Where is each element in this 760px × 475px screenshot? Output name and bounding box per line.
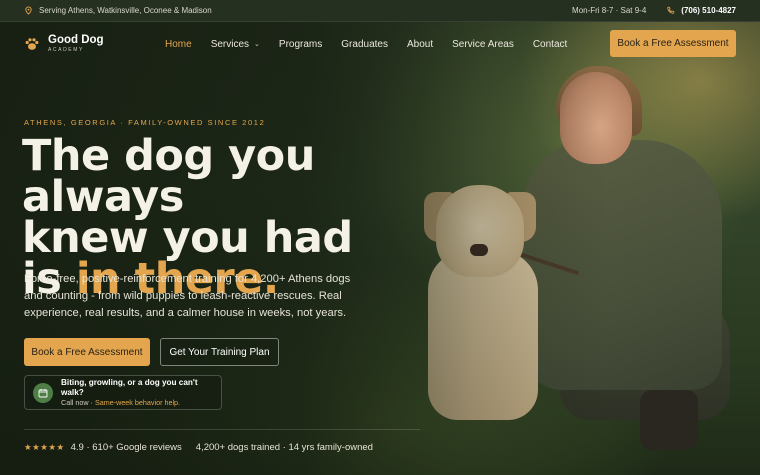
chevron-down-icon: ⌄ [254, 41, 260, 48]
hours-text: Mon-Fri 8-7 · Sat 9-4 [572, 6, 647, 15]
training-plan-button[interactable]: Get Your Training Plan [160, 338, 279, 366]
brand-tagline: ACADEMY [48, 47, 84, 54]
brand-logo[interactable]: Good Dog ACADEMY [24, 33, 164, 54]
nav-book-assessment-button[interactable]: Book a Free Assessment [610, 30, 736, 57]
nav-item-services-label: Services [210, 38, 250, 50]
same-week-help-link[interactable]: Same-week behavior help. [95, 398, 180, 407]
trust-stats: ★★★★★ 4.9 · 610+ Google reviews 4,200+ d… [24, 442, 373, 453]
paw-icon [25, 38, 39, 50]
book-assessment-button[interactable]: Book a Free Assessment [24, 338, 150, 366]
top-info-bar: Serving Athens, Watkinsville, Oconee & M… [0, 0, 760, 22]
location-pin-icon [25, 6, 32, 15]
phone-link[interactable]: (706) 510-4827 [681, 6, 736, 15]
calendar-icon [33, 382, 53, 403]
stats-divider [24, 429, 420, 430]
nav-item-about[interactable]: About [407, 39, 433, 50]
nav-item-programs[interactable]: Programs [279, 39, 322, 50]
headline-line-1: The dog you always [22, 131, 315, 222]
callout-sub-prefix: Call now · [61, 398, 95, 408]
nav-item-graduates[interactable]: Graduates [341, 39, 388, 50]
nav-item-services[interactable]: Services ⌄ [211, 39, 260, 50]
service-area-text: Serving Athens, Watkinsville, Oconee & M… [39, 6, 212, 15]
main-navigation: Good Dog ACADEMY Home Services ⌄ Program… [0, 22, 760, 66]
nav-menu: Home Services ⌄ Programs Graduates About… [165, 39, 567, 50]
phone-icon [667, 6, 675, 14]
nav-item-contact[interactable]: Contact [533, 39, 567, 50]
nav-item-service-areas[interactable]: Service Areas [452, 39, 514, 50]
google-reviews-stat: 4.9 · 610+ Google reviews [70, 442, 182, 453]
hero-eyebrow: ATHENS, GEORGIA · FAMILY-OWNED SINCE 201… [24, 118, 266, 127]
callout-title: Biting, growling, or a dog you can't wal… [61, 377, 198, 397]
brand-name: Good Dog [48, 33, 104, 46]
star-rating-icon: ★★★★★ [24, 442, 65, 452]
callout-subtext: Call now · Same-week behavior help. [61, 398, 213, 407]
hero-lead-paragraph: Force-free, positive-reinforcement train… [24, 273, 351, 319]
behavior-help-callout[interactable]: Biting, growling, or a dog you can't wal… [24, 375, 222, 410]
dogs-trained-stat: 4,200+ dogs trained · 14 yrs family-owne… [195, 442, 373, 453]
nav-item-home[interactable]: Home [165, 39, 192, 50]
